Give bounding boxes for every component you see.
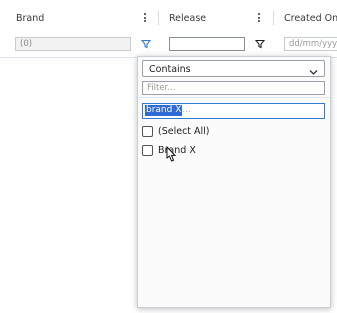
column-menu-icon[interactable] bbox=[142, 12, 148, 24]
set-filter-popup: Contains Filter... brand X... (Select Al… bbox=[137, 56, 331, 308]
column-header-brand[interactable]: Brand bbox=[16, 13, 44, 24]
set-filter-search-input[interactable]: brand X... bbox=[142, 103, 325, 119]
search-hint: ... bbox=[182, 105, 191, 115]
checkbox[interactable] bbox=[142, 126, 153, 137]
mouse-cursor-icon bbox=[164, 145, 178, 164]
popup-divider bbox=[138, 97, 330, 98]
filter-operator-select[interactable]: Contains bbox=[142, 60, 325, 77]
column-menu-icon[interactable] bbox=[256, 12, 262, 24]
option-label: (Select All) bbox=[158, 126, 210, 137]
checkbox[interactable] bbox=[142, 145, 153, 156]
filter-operator-value: Contains bbox=[149, 64, 191, 75]
brand-floating-filter[interactable]: (0) bbox=[15, 37, 131, 51]
search-selected-text: brand X bbox=[145, 105, 183, 116]
grid-header-row: Brand Release Created On bbox=[0, 0, 337, 36]
list-item[interactable]: (Select All) bbox=[142, 126, 210, 140]
column-header-release[interactable]: Release bbox=[169, 13, 206, 24]
column-header-created-on[interactable]: Created On bbox=[284, 13, 337, 24]
chevron-down-icon bbox=[309, 65, 318, 82]
filter-funnel-icon[interactable] bbox=[140, 39, 152, 49]
column-resize-handle[interactable] bbox=[273, 11, 274, 25]
release-floating-filter[interactable] bbox=[169, 37, 245, 51]
floating-filter-row: (0) dd/mm/yyyy bbox=[0, 35, 337, 58]
filter-text-input[interactable]: Filter... bbox=[142, 81, 325, 95]
filter-funnel-icon[interactable] bbox=[254, 39, 266, 49]
column-resize-handle[interactable] bbox=[158, 11, 159, 25]
created-on-floating-filter[interactable]: dd/mm/yyyy bbox=[284, 37, 337, 51]
